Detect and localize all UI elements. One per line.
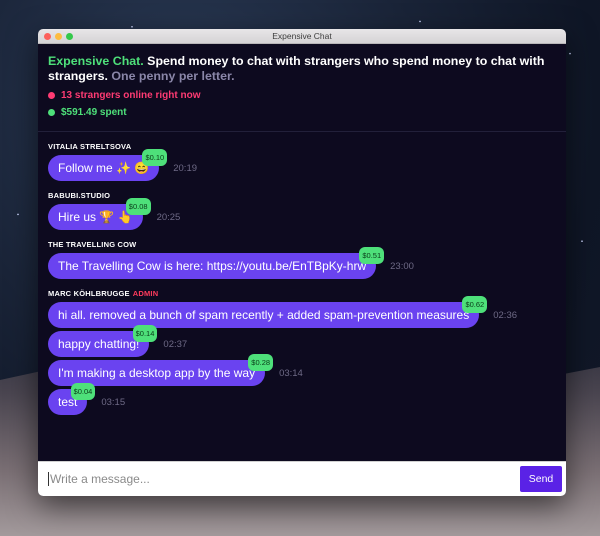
pricing-note: One penny per letter. — [107, 69, 235, 83]
price-badge: $0.62 — [462, 296, 488, 313]
admin-badge: ADMIN — [132, 289, 159, 298]
price-badge: $0.28 — [248, 354, 274, 371]
online-dot-icon — [48, 92, 55, 99]
price-badge: $0.04 — [70, 383, 96, 400]
app-window: Expensive Chat Expensive Chat. Spend mon… — [38, 29, 566, 496]
message-row: Follow me ✨ 😄 $0.10 20:19 — [48, 149, 556, 181]
message-author: BABUBI.STUDIO — [48, 191, 111, 200]
message-bubble[interactable]: The Travelling Cow is here: https://yout… — [48, 247, 385, 279]
message-bubble[interactable]: Hire us 🏆 👆 $0.08 — [48, 198, 151, 230]
brand-name: Expensive Chat. — [48, 54, 144, 68]
message-row: I'm making a desktop app by the way $0.2… — [48, 354, 556, 386]
title-bar[interactable]: Expensive Chat — [38, 29, 566, 44]
message-list[interactable]: VITALIA STRELTSOVA Follow me ✨ 😄 $0.10 2… — [38, 132, 566, 415]
message-composer: Send — [38, 461, 566, 496]
message-text: hi all. removed a bunch of spam recently… — [58, 308, 470, 322]
online-count-label: 13 strangers online right now — [61, 90, 201, 101]
message-input[interactable] — [50, 472, 520, 486]
online-count: 13 strangers online right now — [48, 90, 556, 101]
price-badge: $0.10 — [142, 149, 168, 166]
send-button[interactable]: Send — [520, 466, 562, 492]
message-text: happy chatting! — [58, 337, 140, 351]
spent-dot-icon — [48, 109, 55, 116]
message-time: 20:25 — [156, 211, 181, 223]
price-badge: $0.51 — [359, 247, 385, 264]
message-row: happy chatting! $0.14 02:37 — [48, 325, 556, 357]
message-author: VITALIA STRELTSOVA — [48, 142, 132, 151]
message-text: I'm making a desktop app by the way — [58, 366, 256, 380]
window-title: Expensive Chat — [272, 31, 332, 41]
message-text: The Travelling Cow is here: https://yout… — [58, 259, 367, 273]
message-text: Follow me ✨ 😄 — [58, 161, 150, 175]
text-caret — [48, 472, 49, 486]
message-bubble[interactable]: happy chatting! $0.14 — [48, 325, 158, 357]
message-row: The Travelling Cow is here: https://yout… — [48, 247, 556, 279]
message-bubble[interactable]: test $0.04 — [48, 383, 96, 415]
message-row: Hire us 🏆 👆 $0.08 20:25 — [48, 198, 556, 230]
message-time: 02:37 — [163, 338, 188, 350]
headline: Expensive Chat. Spend money to chat with… — [48, 54, 556, 84]
message-time: 02:36 — [493, 309, 518, 321]
message-time: 03:14 — [279, 367, 303, 379]
message-text: Hire us 🏆 👆 — [58, 210, 133, 224]
chat-header: Expensive Chat. Spend money to chat with… — [38, 44, 566, 132]
message-time: 20:19 — [173, 162, 198, 174]
message-author: THE TRAVELLING COW — [48, 240, 137, 249]
message-bubble[interactable]: Follow me ✨ 😄 $0.10 — [48, 149, 168, 181]
message-row: hi all. removed a bunch of spam recently… — [48, 296, 556, 328]
spent-total-label: $591.49 spent — [61, 107, 127, 118]
message-bubble[interactable]: hi all. removed a bunch of spam recently… — [48, 296, 488, 328]
price-badge: $0.08 — [125, 198, 151, 215]
spent-total: $591.49 spent — [48, 107, 556, 118]
message-row: test $0.04 03:15 — [48, 383, 556, 415]
price-badge: $0.14 — [132, 325, 158, 342]
message-time: 23:00 — [390, 260, 414, 272]
message-time: 03:15 — [101, 396, 126, 408]
